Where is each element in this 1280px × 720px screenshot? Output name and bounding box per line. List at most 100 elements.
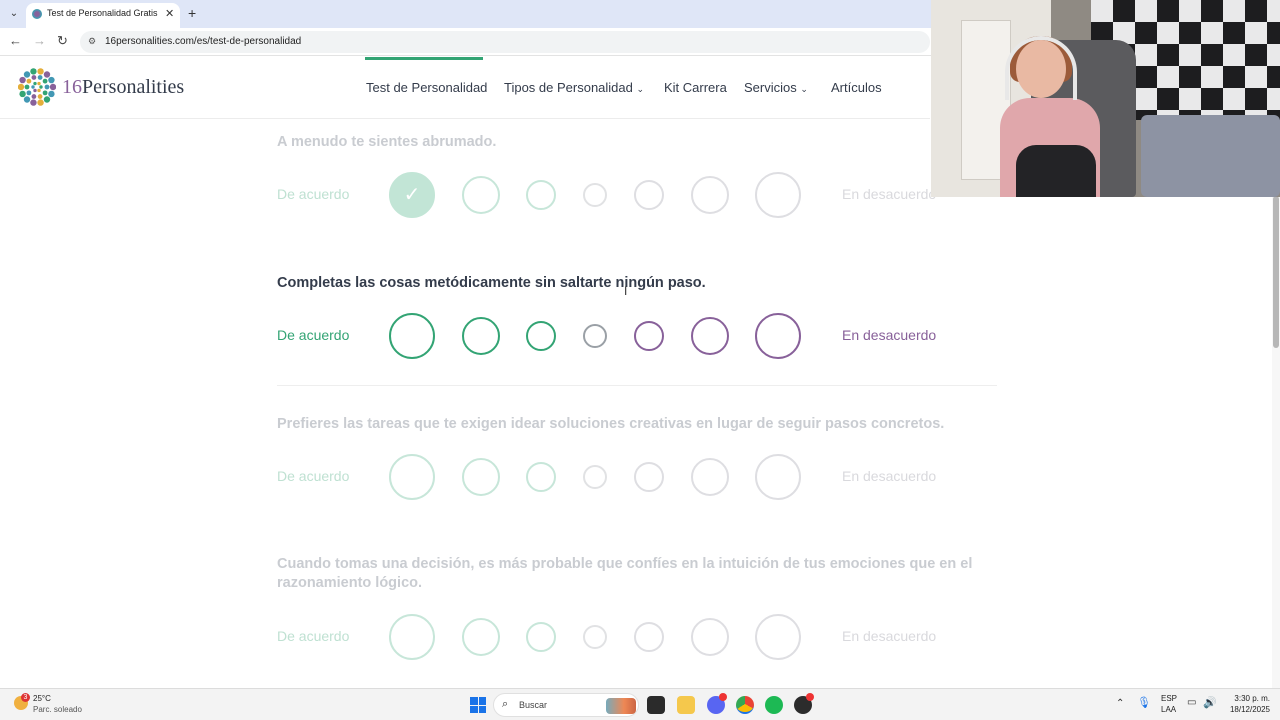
answer-option-1[interactable]: ✓ [389,172,435,218]
logo-number: 16 [62,76,82,98]
answer-option-5[interactable] [634,180,664,210]
search-highlight-image [606,698,636,714]
divider [277,385,997,386]
answer-option-3[interactable] [526,462,556,492]
chevron-up-icon[interactable]: ⌃ [1116,698,1124,709]
chrome-icon[interactable] [736,696,754,714]
answer-option-6[interactable] [691,618,729,656]
answer-option-1[interactable] [389,454,435,500]
webcam-overlay [931,0,1280,197]
answer-option-7[interactable] [755,172,801,218]
search-placeholder: Buscar [519,700,548,710]
logo-dots-icon[interactable] [18,68,56,106]
windows-start-icon[interactable] [470,697,486,713]
answer-scale: De acuerdo En desacuerdo [277,453,997,501]
answer-option-5[interactable] [634,462,664,492]
back-arrow-icon[interactable]: ← [9,33,22,48]
nav-articulos[interactable]: Artículos [831,80,882,95]
plus-icon[interactable]: + [188,5,196,21]
question-block: A menudo te sientes abrumado. De acuerdo… [277,133,997,218]
answer-option-5[interactable] [634,622,664,652]
answer-option-7[interactable] [755,313,801,359]
answer-option-3[interactable] [526,321,556,351]
answer-option-7[interactable] [755,454,801,500]
agree-label: De acuerdo [277,327,350,343]
chevron-down-icon: ⌄ [800,84,808,94]
tab-title: Test de Personalidad Gratis | 16 [47,8,159,18]
reload-icon[interactable]: ↻ [57,33,68,49]
agree-label: De acuerdo [277,186,350,202]
tab-search-dropdown-icon[interactable]: ⌄ [6,6,22,22]
disagree-label: En desacuerdo [842,468,937,484]
nav-kit-carrera[interactable]: Kit Carrera [664,80,727,95]
nav-tipos-de-personalidad[interactable]: Tipos de Personalidad ⌄ [504,80,644,95]
agree-label: De acuerdo [277,628,350,644]
site-info-icon[interactable]: ⚙ [88,36,96,47]
site-logo[interactable]: 16Personalities [62,76,184,99]
site-header: 16Personalities Test de Personalidad Tip… [0,57,930,119]
notification-dot [806,693,814,701]
question-text: Cuando tomas una decisión, es más probab… [277,556,973,591]
answer-option-2[interactable] [462,317,500,355]
webcam-headset [1005,36,1077,100]
answer-option-4[interactable] [583,625,607,649]
webcam-person-legs [1016,145,1096,197]
logo-name: Personalities [82,76,185,98]
answer-option-2[interactable] [462,458,500,496]
search-icon: ⌕ [502,698,509,710]
scrollbar-thumb[interactable] [1273,196,1279,348]
disagree-label: En desacuerdo [842,628,937,644]
answer-option-6[interactable] [691,176,729,214]
answer-scale: De acuerdo En desacuerdo [277,312,997,360]
microphone-icon[interactable]: 🎙 [1137,696,1151,709]
browser-tab[interactable]: Test de Personalidad Gratis | 16 ✕ [26,3,180,28]
windows-taskbar: 3 25°C Parc. soleado ⌕ Buscar ⌃ 🎙 ESP LA… [0,688,1280,720]
language-indicator[interactable]: ESP [1161,694,1177,703]
question-text: Completas las cosas metódicamente sin sa… [277,275,706,291]
answer-option-6[interactable] [691,317,729,355]
task-view-icon[interactable] [647,696,665,714]
network-icon[interactable]: ▭ [1187,697,1196,708]
disagree-label: En desacuerdo [842,186,937,202]
answer-option-6[interactable] [691,458,729,496]
question-block: Completas las cosas metódicamente sin sa… [277,274,997,359]
answer-option-3[interactable] [526,180,556,210]
answer-option-1[interactable] [389,614,435,660]
weather-temperature[interactable]: 25°C [33,694,51,703]
answer-option-7[interactable] [755,614,801,660]
clock-time[interactable]: 3:30 p. m. [1222,694,1270,703]
address-bar[interactable]: ⚙ 16personalities.com/es/test-de-persona… [80,31,930,53]
answer-scale: De acuerdo En desacuerdo [277,613,997,661]
weather-description[interactable]: Parc. soleado [33,705,82,714]
text-cursor-icon: I [624,284,628,298]
checkmark-icon: ✓ [403,184,421,206]
answer-option-5[interactable] [634,321,664,351]
answer-option-4[interactable] [583,183,607,207]
quiz-content: A menudo te sientes abrumado. De acuerdo… [0,120,1272,688]
answer-option-4[interactable] [583,324,607,348]
file-explorer-icon[interactable] [677,696,695,714]
volume-icon[interactable]: 🔊 [1203,696,1217,709]
nav-servicios[interactable]: Servicios ⌄ [744,80,808,95]
clock-date[interactable]: 18/12/2025 [1222,705,1270,714]
taskbar-search[interactable]: ⌕ Buscar [493,693,639,717]
answer-option-3[interactable] [526,622,556,652]
answer-option-2[interactable] [462,176,500,214]
question-block: Cuando tomas una decisión, es más probab… [277,555,997,660]
site-favicon-icon [32,9,42,19]
answer-option-1[interactable] [389,313,435,359]
agree-label: De acuerdo [277,468,350,484]
close-icon[interactable]: ✕ [165,7,174,20]
answer-option-4[interactable] [583,465,607,489]
nav-active-indicator [365,57,483,60]
question-block: Prefieres las tareas que te exigen idear… [277,415,997,500]
chevron-down-icon: ⌄ [636,84,645,94]
nav-test-de-personalidad[interactable]: Test de Personalidad [366,80,487,95]
forward-arrow-icon[interactable]: → [33,33,46,48]
answer-option-2[interactable] [462,618,500,656]
question-text: Prefieres las tareas que te exigen idear… [277,416,945,432]
keyboard-layout-indicator[interactable]: LAA [1161,705,1176,714]
spotify-icon[interactable] [765,696,783,714]
answer-scale: De acuerdo ✓ En desacuerdo [277,171,997,219]
url-text[interactable]: 16personalities.com/es/test-de-personali… [105,36,301,47]
